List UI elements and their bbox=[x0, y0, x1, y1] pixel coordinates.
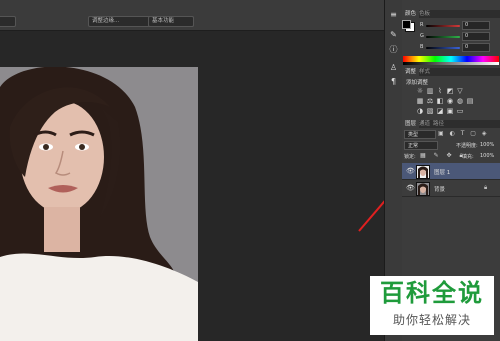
visibility-eye-icon[interactable]: 👁︎ bbox=[406, 167, 415, 175]
layer-kind-label: 类型 bbox=[408, 132, 419, 138]
brightness-icon[interactable]: ☼ bbox=[416, 88, 424, 95]
channel-g-value[interactable]: 0 bbox=[462, 32, 490, 41]
channel-r-slider[interactable] bbox=[426, 25, 460, 27]
color-lookup-icon[interactable]: ▤ bbox=[466, 98, 474, 105]
invert-icon[interactable]: ◑ bbox=[416, 108, 424, 115]
layers-panel-tabs: 图层 通道 路径 bbox=[402, 120, 500, 128]
channel-g-label: G bbox=[420, 33, 424, 39]
color-balance-icon[interactable]: ⚖ bbox=[426, 98, 434, 105]
color-panel-tabs: 颜色 色板 bbox=[402, 10, 500, 18]
channel-b-slider[interactable] bbox=[426, 47, 460, 49]
opacity-label: 不透明度: bbox=[456, 143, 478, 149]
filter-icons[interactable]: ▣ ◐ T ▢ ◈ bbox=[438, 130, 488, 137]
fill-value[interactable]: 100% bbox=[480, 153, 494, 159]
black-white-icon[interactable]: ◧ bbox=[436, 98, 444, 105]
background-thumbnail bbox=[416, 182, 430, 196]
channel-g-slider[interactable] bbox=[426, 36, 460, 38]
lock-label: 锁定: bbox=[404, 154, 416, 160]
channel-r-value[interactable]: 0 bbox=[462, 21, 490, 30]
adjustment-icons: ☼ ▥ ⌇ ◩ ▽ ▦ ⚖ ◧ ◉ ◍ ▤ ◑ ▧ ◪ ▣ ▭ bbox=[416, 88, 486, 118]
photo-filter-icon[interactable]: ◉ bbox=[446, 98, 454, 105]
lock-icons[interactable]: ▦ ✎ ✥ 🔒︎ bbox=[420, 152, 466, 160]
layer-row-1[interactable]: 👁︎ 图层 1 bbox=[402, 163, 500, 180]
adjust-panel-title: 添加调整 bbox=[406, 80, 429, 86]
channel-mixer-icon[interactable]: ◍ bbox=[456, 98, 464, 105]
workspace-label: 基本功能 bbox=[152, 18, 175, 24]
layer-row-background[interactable]: 👁︎ 背景 🔒︎ bbox=[402, 180, 500, 197]
tab-paths[interactable]: 路径 bbox=[430, 120, 447, 128]
options-field-left[interactable] bbox=[0, 16, 16, 27]
gradient-map-icon[interactable]: ▭ bbox=[456, 108, 464, 115]
channel-b-label: B bbox=[420, 44, 424, 50]
fill-label: 填充: bbox=[462, 154, 474, 160]
layer-kind-filter[interactable]: 类型 bbox=[404, 130, 436, 139]
tab-styles[interactable]: 样式 bbox=[416, 68, 433, 76]
blend-mode-label: 正常 bbox=[408, 143, 419, 149]
threshold-icon[interactable]: ◪ bbox=[436, 108, 444, 115]
watermark: 百科全说 助你轻松解决 bbox=[370, 276, 494, 335]
exposure-icon[interactable]: ◩ bbox=[446, 88, 454, 95]
visibility-eye-icon[interactable]: 👁︎ bbox=[406, 184, 415, 192]
watermark-subtitle: 助你轻松解决 bbox=[392, 313, 471, 327]
vibrance-icon[interactable]: ▽ bbox=[456, 88, 464, 95]
background-layer-name[interactable]: 背景 bbox=[434, 185, 445, 193]
workspace-select[interactable]: 基本功能 bbox=[148, 16, 194, 27]
layer-1-name[interactable]: 图层 1 bbox=[434, 168, 450, 176]
channel-r-label: R bbox=[420, 22, 424, 28]
hue-saturation-icon[interactable]: ▦ bbox=[416, 98, 424, 105]
channel-b-value[interactable]: 0 bbox=[462, 43, 490, 52]
adjust-panel-tabs: 调整 样式 bbox=[402, 68, 500, 76]
paragraph-icon[interactable]: ¶ bbox=[388, 77, 399, 87]
portrait-photo bbox=[0, 67, 198, 341]
tab-swatches[interactable]: 色板 bbox=[416, 10, 433, 18]
foreground-color-swatch[interactable] bbox=[402, 20, 411, 29]
brush-presets-icon[interactable]: ✎ bbox=[388, 30, 399, 40]
opacity-value[interactable]: 100% bbox=[480, 142, 494, 148]
clone-source-icon[interactable]: ♙ bbox=[388, 63, 399, 73]
lock-icon: 🔒︎ bbox=[484, 184, 488, 191]
levels-icon[interactable]: ▥ bbox=[426, 88, 434, 95]
history-icon[interactable]: ≡ bbox=[388, 10, 399, 20]
watermark-title: 百科全说 bbox=[380, 279, 484, 307]
blend-mode-select[interactable]: 正常 bbox=[404, 141, 438, 150]
curves-icon[interactable]: ⌇ bbox=[436, 88, 444, 95]
options-bar: 调整边缘... 基本功能 bbox=[0, 0, 400, 31]
layer-1-thumbnail bbox=[416, 165, 430, 179]
selective-color-icon[interactable]: ▣ bbox=[446, 108, 454, 115]
info-icon[interactable]: ⓘ bbox=[388, 45, 399, 55]
grayscale-ramp[interactable] bbox=[403, 62, 499, 65]
document-image[interactable] bbox=[0, 67, 198, 341]
posterize-icon[interactable]: ▧ bbox=[426, 108, 434, 115]
